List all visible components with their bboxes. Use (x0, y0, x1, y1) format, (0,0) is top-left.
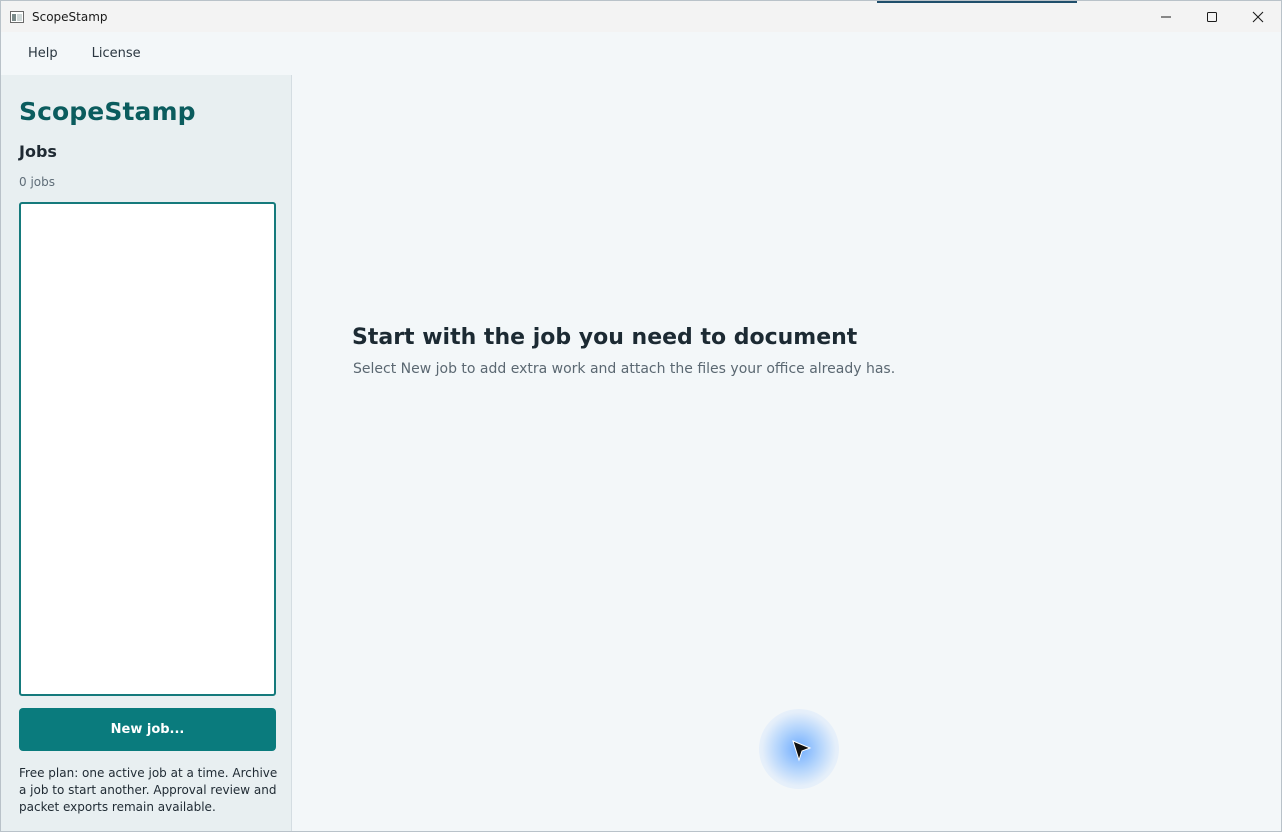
maximize-button[interactable] (1189, 1, 1235, 32)
plan-note: Free plan: one active job at a time. Arc… (19, 766, 278, 814)
title-bar[interactable]: ScopeStamp (1, 1, 1281, 32)
job-list[interactable] (19, 202, 276, 696)
empty-state-subtitle: Select New job to add extra work and att… (353, 361, 896, 377)
new-job-button[interactable]: New job... (19, 708, 276, 751)
app-window-icon (10, 10, 24, 23)
brand-title: ScopeStamp (19, 97, 196, 126)
minimize-icon (1161, 16, 1171, 17)
mouse-pointer-icon (792, 740, 812, 762)
close-icon (1252, 11, 1264, 22)
app-window: ScopeStamp Help License ScopeStamp Jobs … (0, 0, 1282, 832)
close-button[interactable] (1235, 1, 1281, 32)
window-controls (1143, 1, 1281, 32)
sidebar: ScopeStamp Jobs 0 jobs New job... Free p… (1, 75, 292, 831)
maximize-icon (1207, 11, 1217, 22)
jobs-count: 0 jobs (19, 175, 55, 189)
minimize-button[interactable] (1143, 1, 1189, 32)
title-bar-accent-line (877, 1, 1077, 3)
window-title: ScopeStamp (32, 9, 108, 24)
jobs-heading: Jobs (19, 142, 57, 161)
menu-license[interactable]: License (75, 40, 158, 67)
menu-help[interactable]: Help (11, 40, 75, 67)
menu-bar: Help License (1, 32, 1281, 75)
empty-state-title: Start with the job you need to document (352, 325, 858, 350)
